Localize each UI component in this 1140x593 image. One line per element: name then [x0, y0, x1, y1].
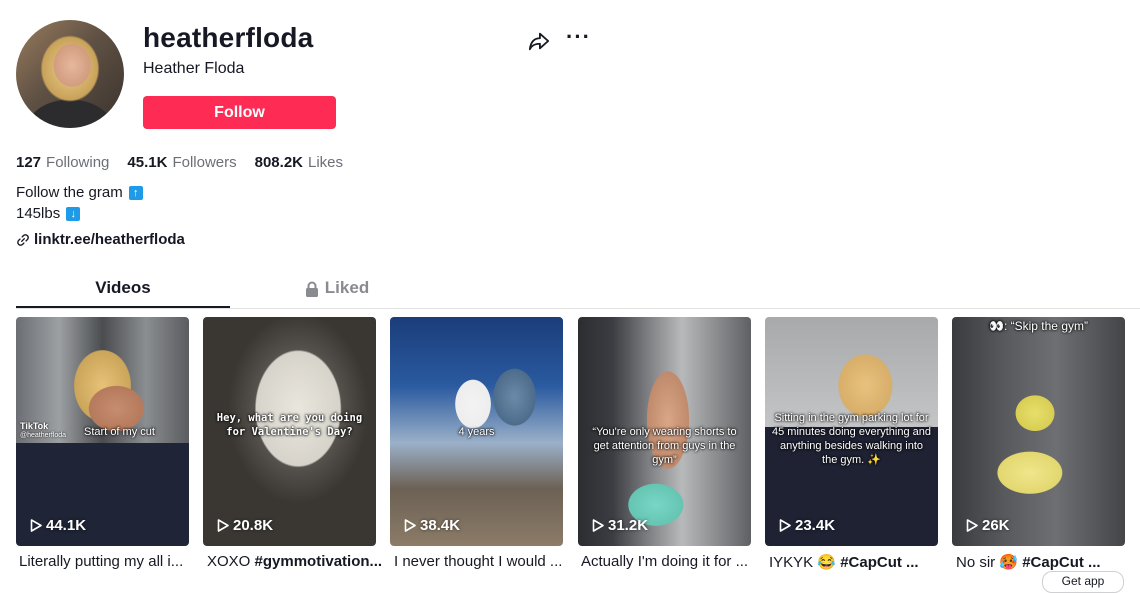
caption-text: No sir 🥵	[956, 554, 1023, 571]
caption-text: IYKYK 😂	[769, 554, 841, 571]
lock-icon	[305, 281, 318, 297]
caption-text: XOXO	[207, 553, 255, 570]
bio-line-2-text: 145lbs	[16, 205, 61, 222]
video-card[interactable]: 4 years 38.4K	[390, 317, 563, 546]
video-overlay-text: Start of my cut	[84, 426, 155, 438]
bio-line-2: 145lbs ↓	[16, 205, 81, 222]
video-overlay-text: Sitting in the gym parking lot for 45 mi…	[772, 412, 931, 466]
link-icon	[17, 233, 29, 246]
play-icon	[30, 519, 42, 532]
profile-avatar[interactable]	[16, 20, 124, 128]
video-caption[interactable]: Actually I'm doing it for ...	[581, 553, 756, 570]
view-count: 20.8K	[217, 517, 273, 534]
tab-liked[interactable]: Liked	[230, 278, 444, 308]
profile-nickname: Heather Floda	[143, 60, 245, 77]
get-app-button[interactable]: Get app	[1042, 571, 1124, 593]
following-label: Following	[46, 154, 110, 171]
likes-count: 808.2K	[254, 154, 303, 171]
play-icon	[404, 519, 416, 532]
bio-link[interactable]: linktr.ee/heatherfloda	[16, 231, 185, 248]
tab-videos[interactable]: Videos	[16, 278, 230, 308]
video-overlay-text: 4 years	[458, 426, 495, 438]
view-count-value: 20.8K	[233, 517, 274, 534]
play-icon	[217, 519, 229, 532]
down-arrow-icon: ↓	[66, 206, 81, 221]
play-icon	[779, 519, 791, 532]
video-card[interactable]: Sitting in the gym parking lot for 45 mi…	[765, 317, 938, 546]
following-count: 127	[16, 154, 42, 171]
view-count-value: 26K	[982, 517, 1010, 534]
video-card[interactable]: 👀: “Skip the gym” 26K	[952, 317, 1125, 546]
bio-line-1-text: Follow the gram	[16, 184, 123, 201]
video-card[interactable]: TikTok @heatherfloda Start of my cut 44.…	[16, 317, 189, 546]
video-caption[interactable]: I never thought I would ...	[394, 553, 569, 570]
tab-liked-label: Liked	[324, 278, 370, 297]
video-overlay-text: 👀: “Skip the gym”	[989, 319, 1088, 333]
follow-button[interactable]: Follow	[143, 96, 336, 129]
bio-link-text: linktr.ee/heatherfloda	[34, 231, 185, 248]
view-count-value: 31.2K	[608, 517, 649, 534]
followers-label: Followers	[172, 154, 237, 171]
bio-line-1: Follow the gram ↑	[16, 184, 143, 201]
followers-count: 45.1K	[127, 154, 168, 171]
caption-hashtag[interactable]: #CapCut ...	[1022, 554, 1100, 571]
video-overlay-text: Hey, what are you doing for Valentine's …	[216, 412, 363, 438]
view-count: 38.4K	[404, 517, 460, 534]
stat-likes: 808.2K Likes	[255, 154, 343, 171]
view-count: 44.1K	[30, 517, 86, 534]
video-card[interactable]: Hey, what are you doing for Valentine's …	[203, 317, 376, 546]
view-count: 31.2K	[592, 517, 648, 534]
stat-followers[interactable]: 45.1K Followers	[127, 154, 236, 171]
likes-label: Likes	[308, 154, 344, 171]
stat-following[interactable]: 127 Following	[16, 154, 109, 171]
video-caption[interactable]: XOXO #gymmotivation...	[207, 553, 382, 570]
caption-hashtag[interactable]: #gymmotivation...	[255, 553, 382, 570]
video-overlay-text: “You're only wearing shorts to get atten…	[592, 426, 737, 466]
video-card[interactable]: “You're only wearing shorts to get atten…	[578, 317, 751, 546]
watermark-text: TikTok	[20, 421, 49, 431]
more-options-icon[interactable]: ···	[566, 26, 590, 50]
profile-stats: 127 Following 45.1K Followers 808.2K Likes	[16, 154, 361, 171]
video-caption[interactable]: No sir 🥵 #CapCut ...	[956, 553, 1131, 571]
share-icon[interactable]	[528, 30, 550, 52]
up-arrow-icon: ↑	[128, 185, 143, 200]
view-count-value: 38.4K	[420, 517, 461, 534]
view-count-value: 44.1K	[46, 517, 87, 534]
video-caption[interactable]: Literally putting my all i...	[19, 553, 194, 570]
caption-hashtag[interactable]: #CapCut ...	[840, 554, 918, 571]
video-caption[interactable]: IYKYK 😂 #CapCut ...	[769, 553, 944, 571]
view-count: 26K	[966, 517, 1010, 534]
play-icon	[966, 519, 978, 532]
tab-divider	[16, 308, 1140, 309]
profile-username: heatherfloda	[143, 22, 314, 53]
play-icon	[592, 519, 604, 532]
view-count-value: 23.4K	[795, 517, 836, 534]
view-count: 23.4K	[779, 517, 835, 534]
